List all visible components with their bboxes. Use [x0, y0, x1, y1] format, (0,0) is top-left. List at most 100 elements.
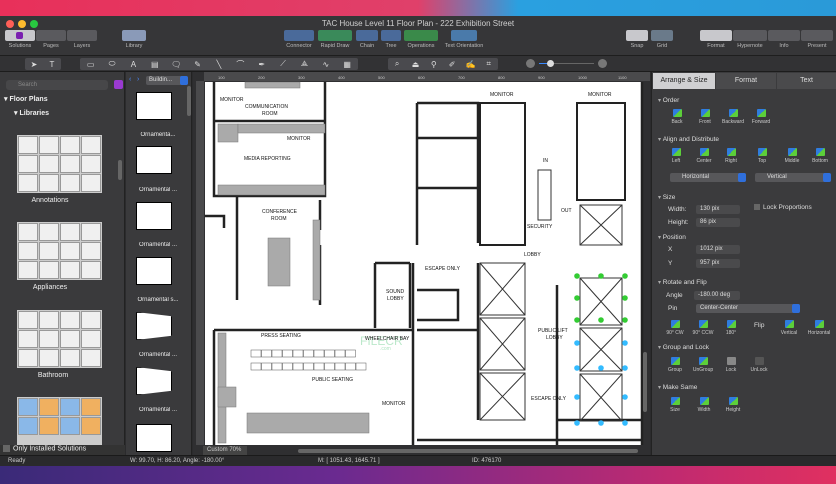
stamp-tool-icon[interactable]: ⏏ [408, 60, 422, 69]
selection-handle[interactable] [574, 420, 580, 426]
bezier-tool-icon[interactable]: ✒ [255, 60, 269, 69]
send-back-button[interactable]: Back [664, 109, 690, 125]
canvas-area[interactable]: 100 200 300 400 500 600 700 800 900 1000 1100 [193, 72, 650, 455]
library-bathroom-label[interactable]: Bathroom [3, 372, 103, 379]
grid-button[interactable]: Grid [651, 30, 673, 49]
eyedropper-icon[interactable]: ✐ [445, 60, 459, 69]
zoom-in-button[interactable] [598, 59, 607, 68]
selection-handle[interactable] [574, 340, 580, 346]
selection-handle[interactable] [622, 394, 628, 400]
shape-ornamental-stair-3[interactable] [136, 202, 172, 230]
ungroup-button[interactable]: UnGroup [690, 357, 716, 373]
freehand-tool-icon[interactable]: ∿ [319, 60, 333, 69]
polygon-tool-icon[interactable]: ⟁ [297, 59, 311, 69]
lock-proportions-checkbox[interactable]: Lock Proportions [754, 204, 812, 211]
align-left-button[interactable]: Left [663, 148, 689, 164]
format-button[interactable]: Format [700, 30, 732, 49]
y-input[interactable]: 957 pix [696, 259, 740, 268]
section-rotate[interactable]: Rotate and Flip [658, 279, 707, 286]
flip-horizontal-button[interactable]: Horizontal [804, 320, 834, 336]
ellipse-tool-icon[interactable]: ⬭ [105, 59, 119, 69]
pointer-tool-icon[interactable]: ➤ [27, 60, 41, 69]
selection-handle[interactable] [598, 365, 604, 371]
floor-plan-drawing[interactable]: 100 200 300 400 500 600 700 800 900 1000 1100 [193, 72, 650, 455]
align-middle-button[interactable]: Middle [779, 148, 805, 164]
library-bedroom-thumb[interactable] [17, 397, 102, 445]
arc-tool-icon[interactable]: ⌒ [233, 59, 247, 70]
selection-handle[interactable] [598, 273, 604, 279]
distribute-horizontal-select[interactable]: Horizontal [670, 173, 746, 182]
text-a-tool-icon[interactable]: A [126, 60, 140, 69]
operations-button[interactable]: Operations [404, 30, 438, 49]
tab-arrange-size[interactable]: Arrange & Size [653, 73, 715, 89]
library-appliances-label[interactable]: Appliances [0, 284, 100, 291]
brush-icon[interactable]: ✍ [463, 60, 477, 69]
align-center-button[interactable]: Center [691, 148, 717, 164]
width-input[interactable]: 130 pix [696, 205, 740, 214]
selection-handle[interactable] [574, 295, 580, 301]
shape-ornamental-stair-4[interactable] [136, 257, 172, 285]
rectangle-tool-icon[interactable]: ▭ [84, 60, 98, 69]
library-scrollbar[interactable] [118, 160, 122, 180]
solutions-button[interactable]: Solutions [5, 30, 35, 49]
format-painter-icon[interactable]: ⚲ [427, 60, 441, 69]
selection-handle[interactable] [574, 317, 580, 323]
horizontal-scrollbar[interactable] [298, 449, 638, 453]
selection-handle[interactable] [622, 273, 628, 279]
section-position[interactable]: Position [658, 234, 686, 241]
image-tool-icon[interactable]: ▦ [340, 60, 354, 69]
crop-icon[interactable]: ⌗ [482, 59, 496, 69]
section-order[interactable]: Order [658, 97, 680, 104]
zoom-tool-icon[interactable]: ⌕ [390, 59, 404, 69]
info-button[interactable]: Info [768, 30, 800, 49]
same-width-button[interactable]: Width [691, 397, 717, 413]
tree-floor-plans[interactable]: ▾ Floor Plans [4, 95, 48, 103]
library-annotations-thumb[interactable] [17, 135, 102, 193]
align-right-button[interactable]: Right [718, 148, 744, 164]
library-button[interactable]: Library [122, 30, 146, 49]
shapes-category-dropdown[interactable]: Buildin... [146, 76, 188, 85]
selection-handle[interactable] [574, 365, 580, 371]
nav-back-icon[interactable]: ‹ [129, 76, 131, 83]
unlock-button[interactable]: UnLock [746, 357, 772, 373]
library-annotations-label[interactable]: Annotations [0, 197, 100, 204]
nav-forward-icon[interactable]: › [137, 76, 139, 83]
section-make-same[interactable]: Make Same [658, 384, 698, 391]
present-button[interactable]: Present [801, 30, 833, 49]
shapes-scrollbar[interactable] [187, 86, 191, 116]
pages-button[interactable]: Pages [36, 30, 66, 49]
align-top-button[interactable]: Top [749, 148, 775, 164]
group-button[interactable]: Group [662, 357, 688, 373]
vertical-scrollbar[interactable] [643, 352, 647, 412]
callout-tool-icon[interactable]: 🗨 [169, 60, 183, 69]
shape-ornamental-stair-7[interactable] [136, 424, 172, 452]
rapid-draw-button[interactable]: Rapid Draw [318, 30, 352, 49]
lock-button[interactable]: Lock [718, 357, 744, 373]
section-align[interactable]: Align and Distribute [658, 136, 719, 143]
x-input[interactable]: 1012 pix [696, 245, 740, 254]
library-appliances-thumb[interactable] [17, 222, 102, 280]
selection-handle[interactable] [574, 394, 580, 400]
selection-handle[interactable] [598, 420, 604, 426]
library-bathroom-thumb[interactable] [17, 310, 102, 368]
shape-ornamental-stair-5[interactable] [136, 312, 172, 340]
textbox-tool-icon[interactable]: ▤ [148, 60, 162, 69]
pen-tool-icon[interactable]: ✎ [191, 60, 205, 69]
section-group-lock[interactable]: Group and Lock [658, 344, 709, 351]
section-size[interactable]: Size [658, 194, 676, 201]
selection-handle[interactable] [574, 273, 580, 279]
tab-format[interactable]: Format [716, 73, 776, 89]
shape-ornamental-stair-1[interactable] [136, 92, 172, 120]
tree-libraries[interactable]: ▾ Libraries [14, 109, 49, 117]
shape-ornamental-stair-2[interactable] [136, 146, 172, 174]
selection-handle[interactable] [622, 340, 628, 346]
tree-button[interactable]: Tree [381, 30, 401, 49]
distribute-vertical-select[interactable]: Vertical [755, 173, 831, 182]
selection-handle[interactable] [622, 317, 628, 323]
same-height-button[interactable]: Height [720, 397, 746, 413]
shape-ornamental-stair-6[interactable] [136, 367, 172, 395]
rotate-cw-button[interactable]: 90° CW [662, 320, 688, 336]
flip-vertical-button[interactable]: Vertical [776, 320, 802, 336]
rotate-ccw-button[interactable]: 90° CCW [690, 320, 716, 336]
same-size-button[interactable]: Size [662, 397, 688, 413]
